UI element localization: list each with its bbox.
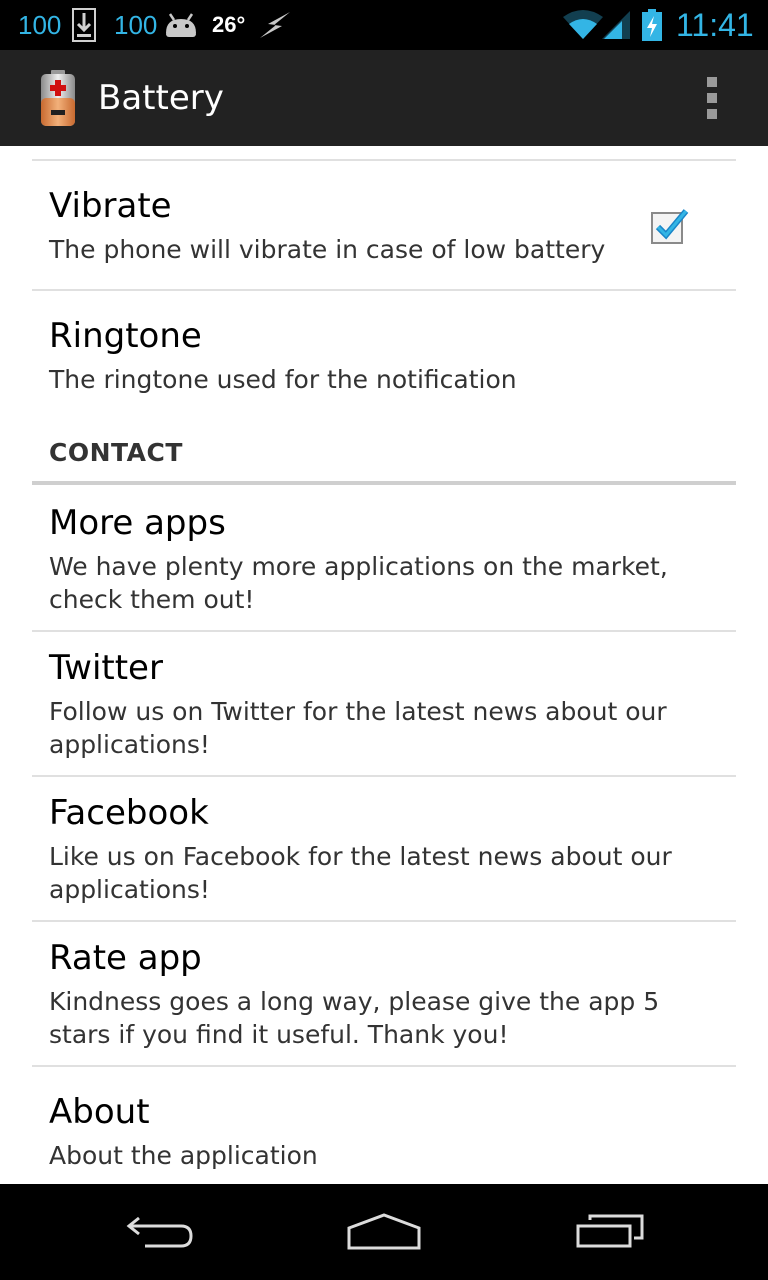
home-icon	[347, 1213, 421, 1250]
vibrate-checkbox[interactable]	[650, 207, 689, 244]
overflow-dot-icon	[707, 109, 717, 119]
battery-icon	[640, 0, 664, 50]
pref-summary: We have plenty more applications on the …	[49, 552, 668, 614]
screen: 100 100 26° 11:41 Battery Vibrate The ph…	[0, 0, 768, 1280]
pref-title: Vibrate	[49, 186, 172, 226]
home-button[interactable]	[336, 1202, 432, 1262]
overflow-dot-icon	[707, 77, 717, 87]
recent-apps-icon	[576, 1214, 644, 1248]
action-bar: Battery	[0, 50, 768, 146]
charging-icon	[258, 0, 292, 50]
pref-summary: The ringtone used for the notification	[49, 365, 517, 394]
download-icon	[72, 0, 96, 50]
battery-level-text-2: 100	[114, 9, 158, 40]
preference-list[interactable]: Vibrate The phone will vibrate in case o…	[0, 146, 768, 1184]
navigation-bar	[0, 1184, 768, 1280]
category-header: CONTACT	[49, 438, 183, 467]
app-title: Battery	[98, 78, 224, 118]
status-bar: 100 100 26° 11:41	[0, 0, 768, 50]
pref-title: More apps	[49, 503, 226, 543]
pref-title: Ringtone	[49, 316, 202, 356]
pref-vibrate[interactable]: Vibrate The phone will vibrate in case o…	[32, 161, 736, 289]
pref-more-apps[interactable]: More apps We have plenty more applicatio…	[32, 485, 736, 629]
pref-about[interactable]: About About the application	[32, 1067, 736, 1184]
android-icon	[162, 0, 200, 50]
back-icon	[126, 1216, 193, 1248]
pref-summary: The phone will vibrate in case of low ba…	[49, 235, 606, 264]
pref-facebook[interactable]: Facebook Like us on Facebook for the lat…	[32, 777, 736, 920]
temperature-text: 26°	[212, 12, 246, 37]
battery-level-text: 100	[18, 9, 62, 40]
app-battery-icon[interactable]	[38, 70, 78, 128]
recent-apps-button[interactable]	[562, 1202, 658, 1262]
clock: 11:41	[676, 6, 754, 43]
overflow-dot-icon	[707, 93, 717, 103]
pref-title: Rate app	[49, 938, 202, 978]
pref-twitter[interactable]: Twitter Follow us on Twitter for the lat…	[32, 632, 736, 775]
pref-ringtone[interactable]: Ringtone The ringtone used for the notif…	[32, 291, 736, 417]
back-button[interactable]	[112, 1202, 208, 1262]
pref-title: Facebook	[49, 793, 209, 833]
overflow-menu-button[interactable]	[688, 50, 736, 146]
pref-summary: Follow us on Twitter for the latest news…	[49, 697, 667, 759]
pref-title: About	[49, 1092, 150, 1132]
pref-summary: Like us on Facebook for the latest news …	[49, 842, 672, 904]
pref-summary: About the application	[49, 1141, 318, 1170]
signal-icon	[600, 0, 632, 50]
pref-rate-app[interactable]: Rate app Kindness goes a long way, pleas…	[32, 922, 736, 1065]
pref-title: Twitter	[49, 648, 163, 688]
pref-summary: Kindness goes a long way, please give th…	[49, 987, 660, 1049]
wifi-icon	[562, 0, 604, 50]
